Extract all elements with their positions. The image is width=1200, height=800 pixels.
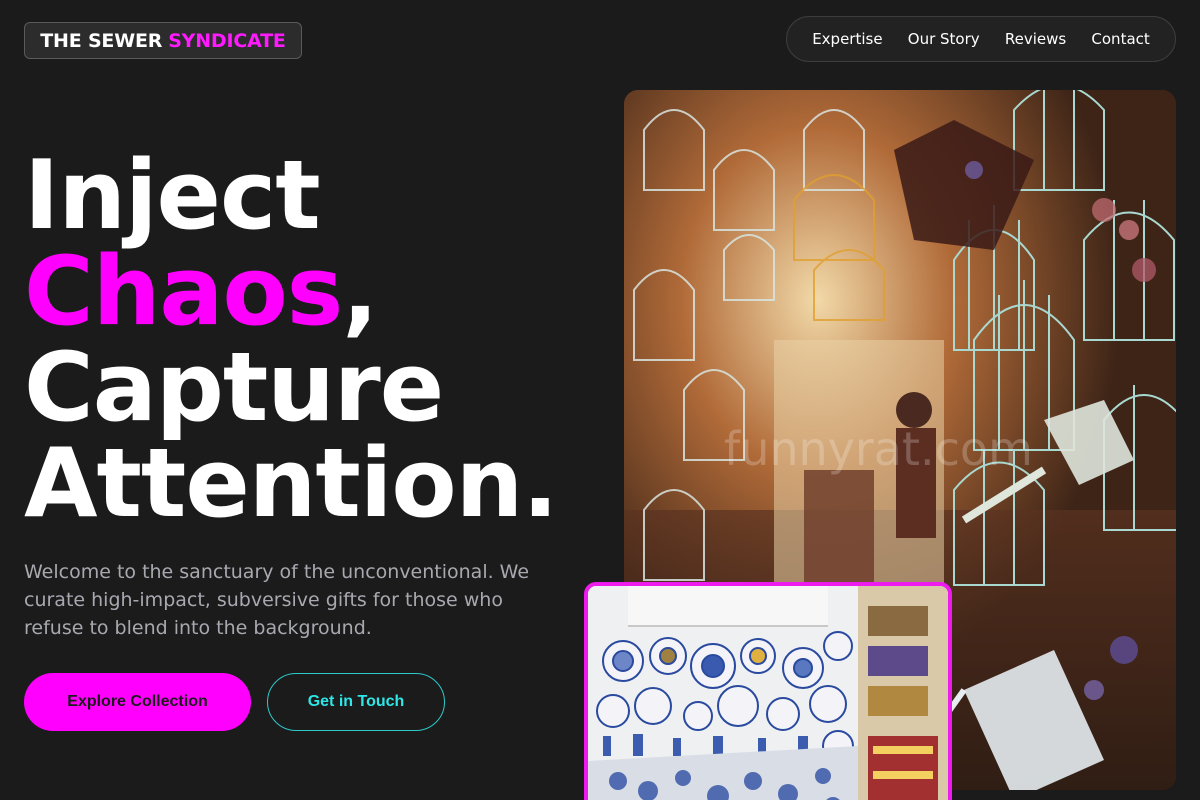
hero-line-3: Capture [24,333,444,443]
main-nav: Expertise Our Story Reviews Contact [786,16,1176,62]
nav-item-contact[interactable]: Contact [1083,26,1157,52]
nav-item-reviews[interactable]: Reviews [997,26,1074,52]
image-watermark: funnyrat.com [724,422,1033,476]
brand-logo[interactable]: THE SEWER SYNDICATE [24,22,302,59]
hero-line-1: Inject [24,141,321,251]
hero-title: Inject Chaos, Capture Attention. [24,141,558,539]
hero-line-2: Chaos, [24,244,557,340]
brand-name-part2: SYNDICATE [168,29,286,52]
brand-name-part1: THE SEWER [40,29,163,52]
ceramics-shop-image [584,582,952,800]
nav-item-expertise[interactable]: Expertise [804,26,890,52]
explore-collection-button[interactable]: Explore Collection [24,673,251,731]
hero-accent-word: Chaos [24,237,343,347]
hero-subtitle: Welcome to the sanctuary of the unconven… [24,561,530,639]
nav-item-our-story[interactable]: Our Story [900,26,988,52]
get-in-touch-button[interactable]: Get in Touch [267,673,445,731]
hero-line-4: Attention. [24,429,558,539]
hero-comma: , [342,237,378,347]
